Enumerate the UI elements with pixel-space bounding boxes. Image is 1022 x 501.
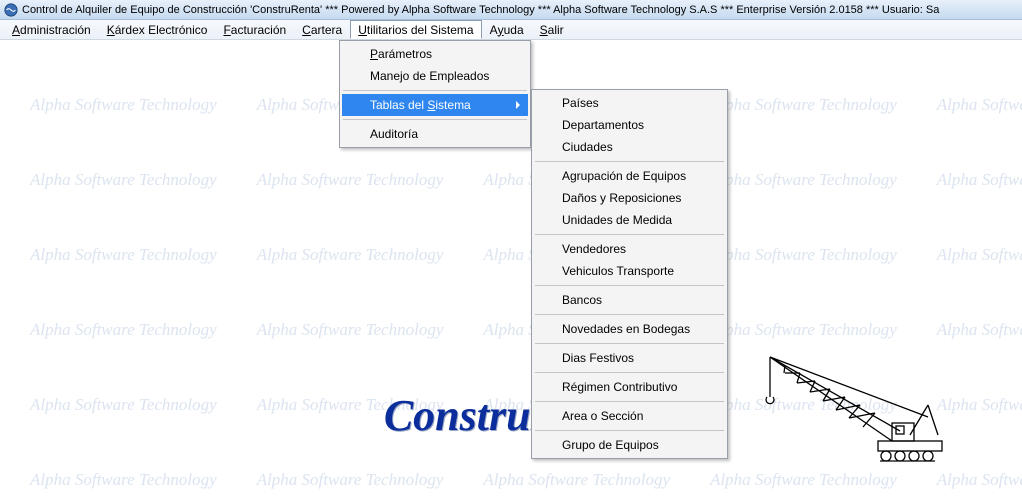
submenuitem-paises[interactable]: Países	[534, 92, 725, 114]
watermark-text: Alpha Software Technology	[30, 470, 217, 490]
menuitem-tablas-del-sistema[interactable]: Tablas del Sistema	[342, 94, 528, 116]
watermark-text: Alpha Software Technology	[30, 245, 217, 265]
menu-ayuda[interactable]: Ayuda	[482, 20, 532, 39]
submenuitem-separator	[535, 161, 724, 162]
submenuitem-separator	[535, 372, 724, 373]
watermark-text: Alpha Software Technology	[30, 395, 217, 415]
submenuitem-separator	[535, 401, 724, 402]
menu-facturacion[interactable]: Facturación	[215, 20, 294, 39]
menu-cartera[interactable]: Cartera	[294, 20, 350, 39]
submenuitem-separator	[535, 343, 724, 344]
submenuitem-unidades-de-medida[interactable]: Unidades de Medida	[534, 209, 725, 231]
watermark-text: Alpha Software Technology	[937, 245, 1022, 265]
menuitem-manejo-de-empleados[interactable]: Manejo de Empleados	[342, 65, 528, 87]
watermark-text: Alpha Software Technology	[483, 470, 670, 490]
watermark-row: Alpha Software Technology Alpha Software …	[0, 245, 1022, 265]
submenuitem-regimen-contributivo[interactable]: Régimen Contributivo	[534, 376, 725, 398]
submenuitem-vehiculos-transporte[interactable]: Vehiculos Transporte	[534, 260, 725, 282]
watermark-text: Alpha Software Technology	[710, 95, 897, 115]
app-icon	[4, 3, 18, 17]
titlebar: Control de Alquiler de Equipo de Constru…	[0, 0, 1022, 20]
submenuitem-danos-y-reposiciones[interactable]: Daños y Reposiciones	[534, 187, 725, 209]
submenuitem-bancos[interactable]: Bancos	[534, 289, 725, 311]
menubar: AdministraciónKárdex ElectrónicoFacturac…	[0, 20, 1022, 40]
submenuitem-grupo-de-equipos[interactable]: Grupo de Equipos	[534, 434, 725, 456]
watermark-text: Alpha Software Technology	[710, 470, 897, 490]
chevron-right-icon	[516, 101, 520, 109]
menuitem-separator	[343, 90, 527, 91]
watermark-text: Alpha Software Technology	[937, 320, 1022, 340]
submenuitem-departamentos[interactable]: Departamentos	[534, 114, 725, 136]
watermark-text: Alpha Software Technology	[257, 320, 444, 340]
submenuitem-area-o-seccion[interactable]: Area o Sección	[534, 405, 725, 427]
dropdown-tablas-sistema: PaísesDepartamentosCiudades Agrupación de…	[531, 89, 728, 459]
menu-utilitarios-del-sistema[interactable]: Utilitarios del Sistema	[350, 20, 481, 39]
menuitem-separator	[343, 119, 527, 120]
submenuitem-dias-festivos[interactable]: Dias Festivos	[534, 347, 725, 369]
watermark-text: Alpha Software Technology	[257, 470, 444, 490]
submenuitem-vendedores[interactable]: Vendedores	[534, 238, 725, 260]
submenuitem-ciudades[interactable]: Ciudades	[534, 136, 725, 158]
watermark-text: Alpha Software Technology	[257, 245, 444, 265]
dropdown-utilitarios: ParámetrosManejo de Empleados Tablas del …	[339, 40, 531, 148]
watermark-row: Alpha Software Technology Alpha Software …	[0, 320, 1022, 340]
menu-kardex-electronico[interactable]: Kárdex Electrónico	[99, 20, 216, 39]
titlebar-text: Control de Alquiler de Equipo de Constru…	[22, 4, 939, 16]
menu-salir[interactable]: Salir	[532, 20, 572, 39]
submenuitem-novedades-en-bodegas[interactable]: Novedades en Bodegas	[534, 318, 725, 340]
submenuitem-separator	[535, 430, 724, 431]
watermark-text: Alpha Software Technology	[257, 170, 444, 190]
watermark-text: Alpha Software Technology	[937, 95, 1022, 115]
watermark-row: Alpha Software Technology Alpha Software …	[0, 170, 1022, 190]
menuitem-parametros[interactable]: Parámetros	[342, 43, 528, 65]
crane-illustration	[760, 345, 950, 465]
watermark-text: Alpha Software Technology	[710, 320, 897, 340]
submenuitem-separator	[535, 314, 724, 315]
watermark-text: Alpha Software Technology	[710, 245, 897, 265]
submenuitem-separator	[535, 285, 724, 286]
submenuitem-separator	[535, 234, 724, 235]
menuitem-auditoria[interactable]: Auditoría	[342, 123, 528, 145]
watermark-text: Alpha Software Technology	[710, 170, 897, 190]
menu-administracion[interactable]: Administración	[4, 20, 99, 39]
submenuitem-agrupacion-de-equipos[interactable]: Agrupación de Equipos	[534, 165, 725, 187]
watermark-row: Alpha Software Technology Alpha Software …	[0, 470, 1022, 490]
watermark-text: Alpha Software Technology	[30, 320, 217, 340]
watermark-text: Alpha Software Technology	[937, 470, 1022, 490]
watermark-text: Alpha Software Technology	[30, 170, 217, 190]
watermark-text: Alpha Software Technology	[937, 170, 1022, 190]
watermark-text: Alpha Software Technology	[30, 95, 217, 115]
